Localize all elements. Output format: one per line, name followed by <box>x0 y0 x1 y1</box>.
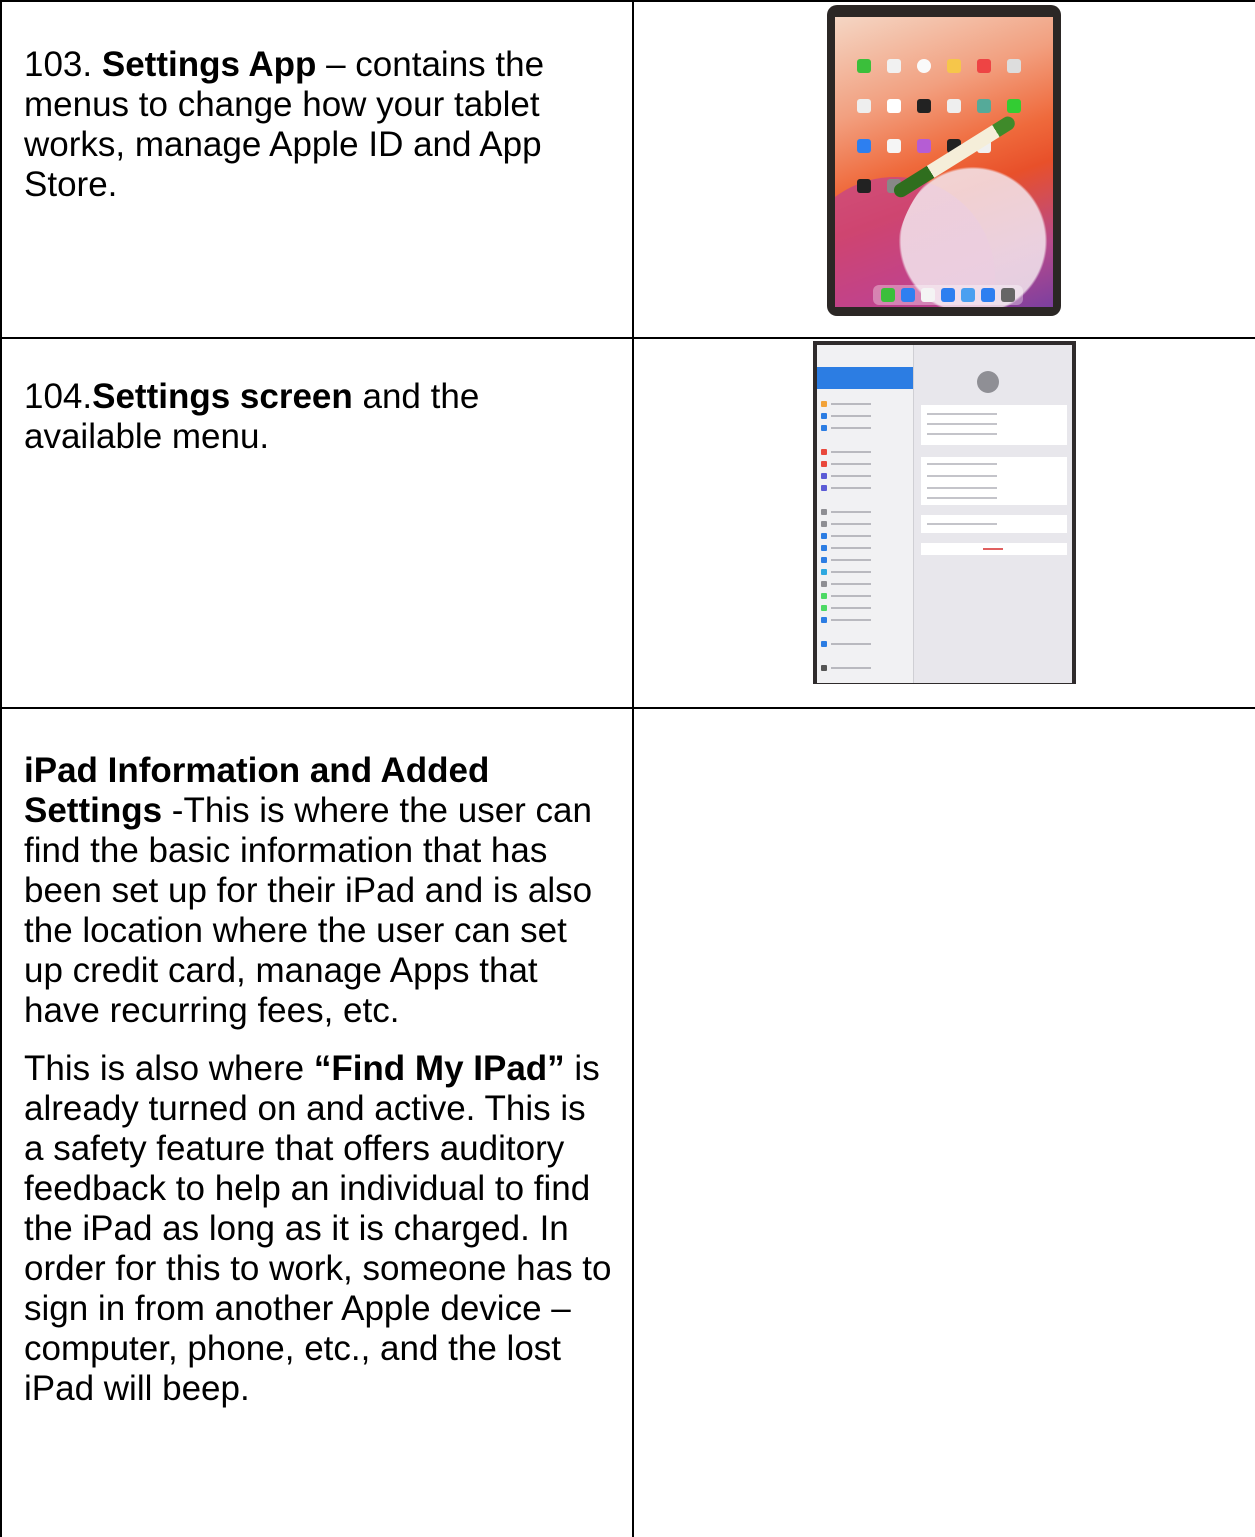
row-104-text: 104.Settings screen and the available me… <box>24 377 614 457</box>
table-top-border <box>0 0 1255 2</box>
find-my-ipad-intro: This is also where <box>24 1049 314 1088</box>
row-divider-2 <box>0 707 1255 709</box>
instruction-table: 103. Settings App – contains the menus t… <box>0 0 1255 1537</box>
column-divider <box>632 0 634 1537</box>
settings-app-term: Settings App <box>101 45 317 84</box>
find-my-ipad-term: “Find My IPad” <box>313 1049 565 1088</box>
step-number: 103. <box>24 45 93 84</box>
row-divider-1 <box>0 337 1255 339</box>
ipad-information-text: iPad Information and Added Settings -Thi… <box>24 751 614 1409</box>
step-number: 104. <box>24 377 93 416</box>
table-left-border <box>0 0 2 1537</box>
row-103-text: 103. Settings App – contains the menus t… <box>24 45 614 205</box>
ipad-home-screen-photo <box>827 5 1061 316</box>
find-my-ipad-description: is already turned on and active. This is… <box>24 1049 612 1408</box>
settings-screen-term: Settings screen <box>92 377 353 416</box>
ipad-settings-screen-photo <box>813 341 1076 684</box>
